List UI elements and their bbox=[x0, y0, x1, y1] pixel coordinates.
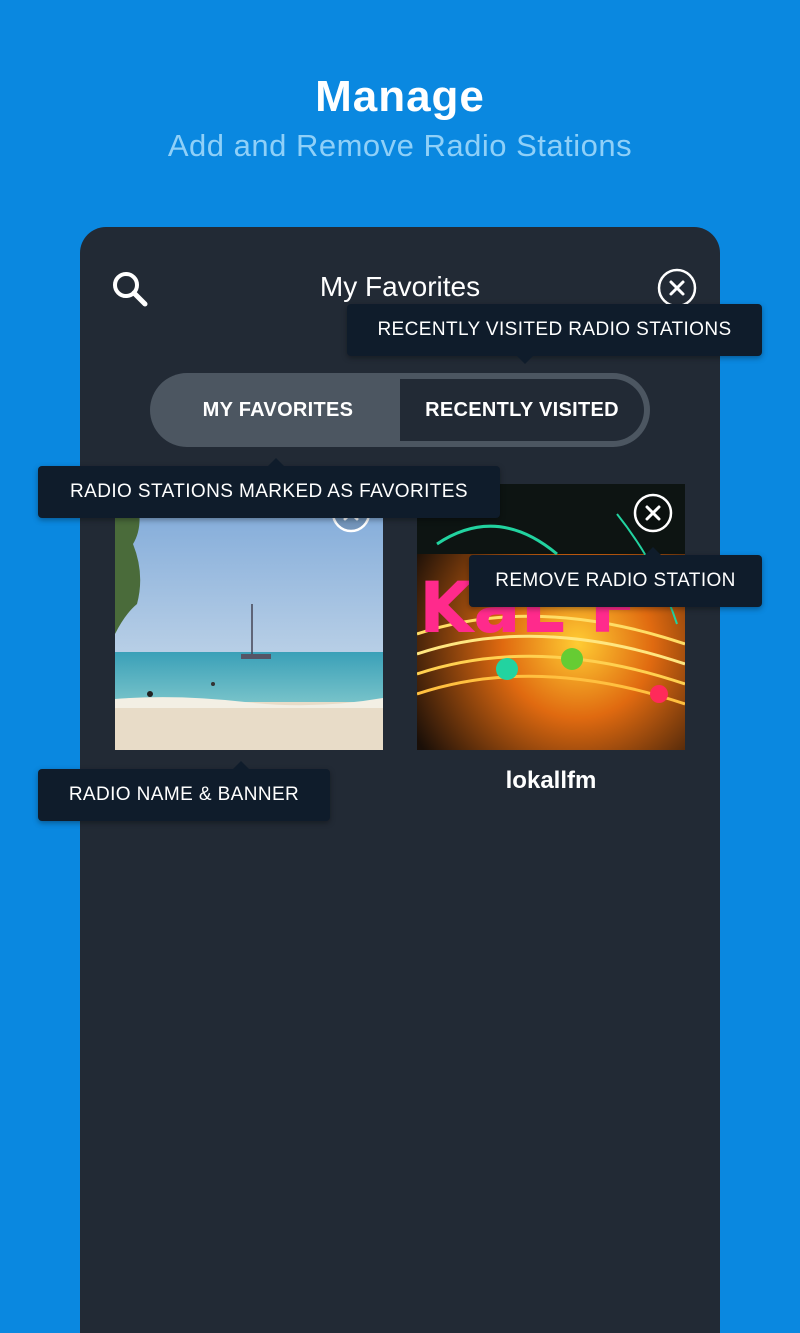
close-circle-icon bbox=[633, 493, 673, 533]
tooltip-text: RADIO NAME & BANNER bbox=[68, 784, 300, 805]
tooltip-recently-visited: RECENTLY VISITED RADIO STATIONS bbox=[347, 304, 762, 364]
station-name: lokallfm bbox=[505, 767, 597, 794]
station-card-lokallfm[interactable]: KaL F bbox=[417, 484, 685, 750]
tooltip-favorites: RADIO STATIONS MARKED AS FAVORITES bbox=[38, 458, 500, 518]
tooltip-arrow bbox=[268, 458, 284, 466]
hero-title: Manage bbox=[315, 72, 485, 121]
close-button[interactable] bbox=[656, 267, 698, 309]
tab-switcher: MY FAVORITES RECENTLY VISITED bbox=[150, 373, 650, 447]
tooltip-remove: REMOVE RADIO STATION bbox=[469, 547, 762, 607]
tab-recently-visited[interactable]: RECENTLY VISITED bbox=[400, 379, 644, 441]
tooltip-arrow bbox=[645, 547, 661, 555]
close-circle-icon bbox=[657, 268, 697, 308]
remove-station-button[interactable] bbox=[632, 492, 674, 534]
tooltip-text: RECENTLY VISITED RADIO STATIONS bbox=[377, 319, 732, 340]
tooltip-arrow bbox=[517, 356, 533, 364]
tooltip-text: REMOVE RADIO STATION bbox=[495, 570, 736, 591]
page-title: My Favorites bbox=[319, 271, 481, 302]
hero-subtitle: Add and Remove Radio Stations bbox=[167, 128, 633, 163]
tooltip-text: RADIO STATIONS MARKED AS FAVORITES bbox=[70, 481, 468, 502]
station-card-elyeffe[interactable] bbox=[115, 484, 383, 750]
tab-my-favorites[interactable]: MY FAVORITES bbox=[156, 379, 400, 441]
tooltip-name-banner: RADIO NAME & BANNER bbox=[38, 761, 330, 821]
tooltip-arrow bbox=[233, 761, 249, 769]
